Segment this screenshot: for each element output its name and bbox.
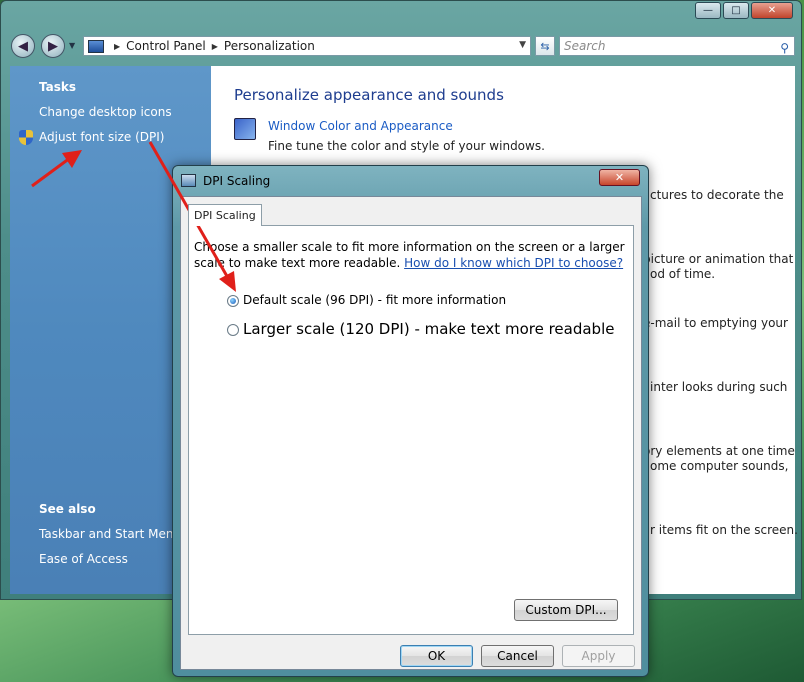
navigation-bar: ◀ ▶ ▼ ▶ Control Panel ▶ Personalization … <box>11 34 795 58</box>
obscured-text: od of time. <box>650 267 716 281</box>
larger-scale-radio[interactable] <box>227 324 239 336</box>
window-color-icon[interactable] <box>234 118 256 140</box>
ease-of-access-link[interactable]: Ease of Access <box>39 552 128 566</box>
maximize-button[interactable]: □ <box>723 2 749 19</box>
dialog-description: Choose a smaller scale to fit more infor… <box>194 239 634 271</box>
default-scale-radio[interactable] <box>227 295 239 307</box>
breadcrumb-personalization[interactable]: Personalization <box>224 39 315 53</box>
forward-button[interactable]: ▶ <box>41 34 65 58</box>
display-settings-icon <box>181 174 196 187</box>
tasks-header: Tasks <box>39 80 77 94</box>
breadcrumb-control-panel[interactable]: Control Panel <box>126 39 206 53</box>
obscured-text: r items fit on the screen. <box>650 523 798 537</box>
obscured-text: picture or animation that <box>643 252 794 266</box>
default-scale-label[interactable]: Default scale (96 DPI) - fit more inform… <box>243 293 506 307</box>
ok-button[interactable]: OK <box>400 645 473 667</box>
main-content: Personalize appearance and sounds <box>234 86 794 104</box>
page-title: Personalize appearance and sounds <box>234 86 504 104</box>
obscured-text: e-mail to emptying your <box>643 316 788 330</box>
dialog-body: DPI Scaling Choose a smaller scale to fi… <box>180 196 642 670</box>
change-desktop-icons-link[interactable]: Change desktop icons <box>39 105 172 119</box>
control-panel-icon <box>88 39 104 53</box>
window-color-description: Fine tune the color and style of your wi… <box>268 139 545 153</box>
cancel-button[interactable]: Cancel <box>481 645 554 667</box>
dpi-help-link[interactable]: How do I know which DPI to choose? <box>404 256 623 270</box>
apply-button[interactable]: Apply <box>562 645 635 667</box>
recent-pages-dropdown-icon[interactable]: ▼ <box>69 41 75 50</box>
breadcrumb-separator-icon[interactable]: ▶ <box>114 42 120 51</box>
adjust-font-size-link[interactable]: Adjust font size (DPI) <box>39 130 164 144</box>
see-also-header: See also <box>39 502 96 516</box>
obscured-text: ctures to decorate the <box>650 188 784 202</box>
minimize-button[interactable]: — <box>695 2 721 19</box>
caption-buttons: — □ ✕ <box>695 2 793 19</box>
taskbar-start-menu-link[interactable]: Taskbar and Start Menu <box>39 527 181 541</box>
tab-dpi-scaling[interactable]: DPI Scaling <box>188 204 262 226</box>
breadcrumb-separator-icon[interactable]: ▶ <box>212 42 218 51</box>
custom-dpi-button[interactable]: Custom DPI... <box>514 599 618 621</box>
dialog-close-button[interactable]: ✕ <box>599 169 640 186</box>
refresh-button[interactable]: ⇆ <box>535 36 555 56</box>
uac-shield-icon <box>19 130 33 145</box>
search-input[interactable]: Search ⚲ <box>559 36 795 56</box>
search-icon[interactable]: ⚲ <box>780 39 789 57</box>
dialog-title: DPI Scaling <box>203 174 271 188</box>
address-bar[interactable]: ▶ Control Panel ▶ Personalization ▼ <box>83 36 531 56</box>
tab-panel <box>188 225 634 635</box>
window-color-link[interactable]: Window Color and Appearance <box>268 119 453 133</box>
back-button[interactable]: ◀ <box>11 34 35 58</box>
obscured-text: ome computer sounds, <box>650 459 789 473</box>
larger-scale-label[interactable]: Larger scale (120 DPI) - make text more … <box>243 320 614 338</box>
dpi-scaling-dialog: DPI Scaling ✕ DPI Scaling Choose a small… <box>172 165 649 677</box>
close-button[interactable]: ✕ <box>751 2 793 19</box>
address-dropdown-icon[interactable]: ▼ <box>519 40 526 50</box>
obscured-text: inter looks during such <box>650 380 788 394</box>
obscured-text: ory elements at one time <box>643 444 795 458</box>
search-placeholder: Search <box>564 39 606 53</box>
